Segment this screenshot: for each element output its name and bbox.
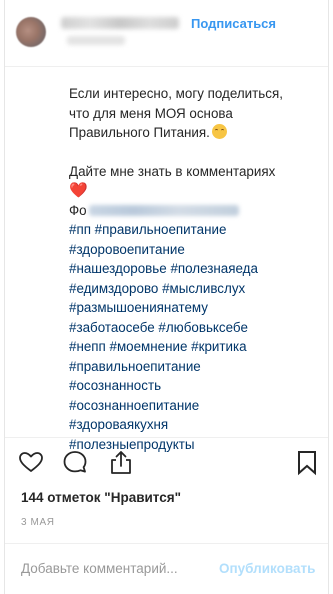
hashtag-line[interactable]: #нашездоровье #полезнаяеда xyxy=(69,259,321,279)
hashtag-line[interactable]: #заботаосебе #любовьксебе xyxy=(69,318,321,338)
comment-divider xyxy=(5,543,328,544)
caption-line: Фо xyxy=(69,201,321,221)
caption-line: Правильного Питания. xyxy=(69,123,321,143)
hashtag-line[interactable]: #правильноепитание xyxy=(69,357,321,377)
caption-line: ❤️ xyxy=(69,181,321,201)
post-header: Подписаться xyxy=(5,0,328,62)
bookmark-icon[interactable] xyxy=(293,448,321,476)
hashtag-line[interactable]: #осознанность xyxy=(69,376,321,396)
hashtag-line[interactable]: #непп #моемнение #критика xyxy=(69,337,321,357)
comment-bubble-icon[interactable] xyxy=(61,448,89,476)
caption-line: что для меня МОЯ основа xyxy=(69,105,233,121)
heart-outline-icon[interactable] xyxy=(17,448,45,476)
post-card: Подписаться Если интересно, могу поделит… xyxy=(4,0,329,594)
hashtag-line[interactable]: #осознанноепитание xyxy=(69,396,321,416)
publish-button[interactable]: Опубликовать xyxy=(219,561,315,576)
action-bar xyxy=(5,448,328,484)
hashtag-line[interactable]: #здоровоепитание xyxy=(69,240,321,260)
actions-divider xyxy=(5,437,328,438)
caption-gap xyxy=(69,143,321,162)
hashtag-line[interactable]: #едимздорово #мысливслух xyxy=(69,279,321,299)
location-blurred xyxy=(67,36,125,45)
avatar[interactable] xyxy=(16,17,46,47)
smile-emoji-icon xyxy=(211,124,227,139)
hashtag-line[interactable]: #пп #правильноепитание xyxy=(69,220,321,240)
post-caption: Если интересно, могу поделиться, что для… xyxy=(69,84,321,454)
follow-button[interactable]: Подписаться xyxy=(191,16,276,31)
comment-input[interactable]: Добавьте комментарий... xyxy=(21,561,178,576)
hashtag-line[interactable]: #размышоениянатему xyxy=(69,298,321,318)
post-date[interactable]: 3 МАЯ xyxy=(21,517,55,528)
username-blurred[interactable] xyxy=(61,17,179,29)
share-upload-icon[interactable] xyxy=(107,448,135,476)
mention-blurred[interactable] xyxy=(88,204,239,216)
caption-line: Если интересно, могу поделиться, xyxy=(69,86,283,101)
header-divider xyxy=(5,66,328,67)
red-heart-emoji-icon: ❤️ xyxy=(69,182,88,199)
likes-count[interactable]: 144 отметок "Нравится" xyxy=(21,490,181,505)
caption-line: Дайте мне знать в комментариях xyxy=(69,163,276,179)
hashtag-line[interactable]: #здороваякухня xyxy=(69,415,321,435)
